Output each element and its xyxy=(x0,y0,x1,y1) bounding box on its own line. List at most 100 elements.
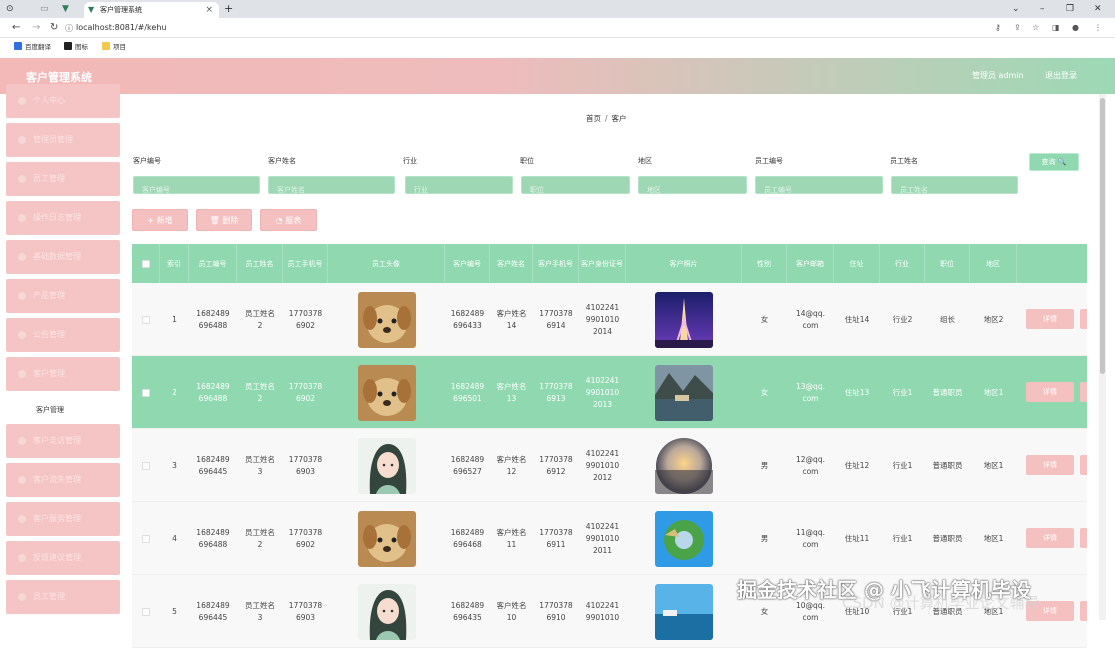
sidebar-subitem-customer[interactable]: 客户管理 xyxy=(6,398,120,422)
filter-industry-field[interactable] xyxy=(405,176,513,198)
row-checkbox[interactable] xyxy=(142,461,150,470)
row-delete-button[interactable] xyxy=(1080,601,1087,621)
row-delete-button[interactable] xyxy=(1080,455,1087,475)
sidebar-item-basedata[interactable]: 基础数据管理 xyxy=(6,240,120,274)
cell-region: 地区1 xyxy=(970,502,1017,575)
row-checkbox[interactable] xyxy=(142,534,150,543)
close-tab-icon[interactable]: × xyxy=(205,2,213,18)
delete-button[interactable]: 🗑 删除 xyxy=(196,209,252,231)
scrollbar-thumb[interactable] xyxy=(1100,98,1105,374)
column-header: 索引 xyxy=(160,244,189,283)
chevron-down-icon[interactable]: ⌄ xyxy=(1012,0,1020,18)
row-checkbox[interactable] xyxy=(142,388,150,397)
table-row[interactable]: 2 1682489 696488 员工姓名 2 1770378 6902 1682489… xyxy=(132,356,1087,429)
new-tab-icon[interactable]: + xyxy=(224,0,233,18)
sidebar-item-customer[interactable]: 客户管理 xyxy=(6,357,120,391)
customer-photo-cell xyxy=(626,356,742,429)
cell-text: 男 xyxy=(760,460,769,470)
bookmark-fanyi[interactable]: 百度翻译 xyxy=(14,42,51,52)
header-select-all[interactable] xyxy=(132,244,160,283)
star-icon[interactable]: ☆ xyxy=(1032,23,1039,32)
detail-button[interactable]: 详情 xyxy=(1026,309,1074,329)
key-icon[interactable]: ⚷ xyxy=(995,23,1001,32)
cell-text: 1682489 696433 xyxy=(450,308,485,330)
sidebar-item-staff-2[interactable]: 员工管理 xyxy=(6,580,120,614)
reload-icon[interactable]: ↻ xyxy=(50,22,58,34)
browser-tab-active[interactable]: ▼ 客户管理系统 × xyxy=(84,2,219,18)
filter-cust-name-field[interactable] xyxy=(268,176,395,198)
cell-industry: 行业1 xyxy=(880,356,925,429)
vue-favicon-icon: ▼ xyxy=(88,5,95,14)
filter-emp-name-field[interactable] xyxy=(891,176,1018,198)
detail-button[interactable]: 详情 xyxy=(1026,528,1074,548)
filter-position-field[interactable] xyxy=(521,176,630,198)
filter-emp-no-input[interactable] xyxy=(756,182,882,198)
bookmark-icons[interactable]: 图标 xyxy=(64,42,88,52)
sidebar-item-oplog[interactable]: 操作日志管理 xyxy=(6,201,120,235)
sidebar-item-feedback[interactable]: 反馈建议管理 xyxy=(6,541,120,575)
sidebar-item-staff[interactable]: 员工管理 xyxy=(6,162,120,196)
cell-emp-name: 员工姓名 2 xyxy=(237,283,283,356)
filter-cust-no-field[interactable] xyxy=(133,176,260,198)
browser-menu-icon[interactable]: ⊙ xyxy=(6,0,14,18)
table-row[interactable]: 4 1682489 696488 员工姓名 2 1770378 6902 1682489… xyxy=(132,502,1087,575)
sidebar-item-notice[interactable]: 公告管理 xyxy=(6,318,120,352)
customer-photo xyxy=(655,510,713,567)
row-delete-button[interactable] xyxy=(1080,309,1087,329)
detail-button[interactable]: 详情 xyxy=(1026,382,1074,402)
row-checkbox[interactable] xyxy=(142,315,150,324)
row-checkbox[interactable] xyxy=(142,607,150,616)
url-text[interactable]: localhost:8081/#/kehu xyxy=(76,23,166,32)
column-header-actions xyxy=(1017,244,1087,283)
table-row[interactable]: 1 1682489 696488 员工姓名 2 1770378 6902 1682489… xyxy=(132,283,1087,356)
row-delete-button[interactable] xyxy=(1080,528,1087,548)
more-icon[interactable]: ⋮ xyxy=(1094,23,1102,32)
sidebar-item-churn[interactable]: 客户流失管理 xyxy=(6,463,120,497)
cell-emp-phone: 1770378 6903 xyxy=(283,575,328,648)
filter-industry-input[interactable] xyxy=(406,182,512,198)
back-icon[interactable]: ← xyxy=(12,22,20,34)
cell-cust-no: 1682489 696501 xyxy=(445,356,490,429)
report-button[interactable]: ◔ 报表 xyxy=(260,209,317,231)
detail-button[interactable]: 详情 xyxy=(1026,455,1074,475)
logout-link[interactable]: 退出登录 xyxy=(1045,70,1077,81)
restore-icon[interactable]: ❐ xyxy=(1066,0,1074,18)
filter-cust-name-input[interactable] xyxy=(269,182,394,198)
filter-region-field[interactable] xyxy=(638,176,747,198)
filter-cust-no-input[interactable] xyxy=(134,182,259,198)
profile-icon[interactable]: ● xyxy=(1072,23,1079,32)
tab-search-icon[interactable]: ▭ xyxy=(40,0,49,18)
menu-icon xyxy=(18,331,26,339)
forward-icon[interactable]: → xyxy=(32,22,40,34)
row-delete-button[interactable] xyxy=(1080,382,1087,402)
search-button[interactable]: 查询 🔍 xyxy=(1029,153,1079,171)
add-button[interactable]: + 新增 xyxy=(132,209,188,231)
minimize-icon[interactable]: – xyxy=(1040,0,1045,18)
cell-emp-phone: 1770378 6903 xyxy=(283,429,328,502)
cell-address: 住址12 xyxy=(834,429,880,502)
table-row[interactable]: 3 1682489 696445 员工姓名 3 1770378 6903 1682489… xyxy=(132,429,1087,502)
filter-region-input[interactable] xyxy=(639,182,746,198)
bookmark-project[interactable]: 项目 xyxy=(102,42,126,52)
close-window-icon[interactable]: ✕ xyxy=(1094,0,1102,18)
cell-text: 客户姓名 11 xyxy=(496,527,527,549)
cell-text: 3 xyxy=(172,460,177,470)
cell-text: 住址12 xyxy=(844,460,870,470)
sidebar-item-profile[interactable]: 个人中心 xyxy=(6,84,120,118)
sidebar-item-service[interactable]: 客户服务管理 xyxy=(6,502,120,536)
filter-emp-no-field[interactable] xyxy=(755,176,883,198)
filter-emp-name-input[interactable] xyxy=(892,182,1017,198)
vue-icon: ▼ xyxy=(62,4,69,14)
breadcrumb-home[interactable]: 首页 xyxy=(586,114,601,123)
sidebar-item-visit[interactable]: 客户走访管理 xyxy=(6,424,120,458)
select-all-checkbox[interactable] xyxy=(141,259,150,268)
share-icon[interactable]: ⇪ xyxy=(1014,23,1021,32)
column-header: 客户邮箱 xyxy=(787,244,834,283)
sidepanel-icon[interactable]: ◨ xyxy=(1052,23,1060,32)
cell-text: 行业1 xyxy=(892,533,913,543)
sidebar-item-admin[interactable]: 管理员管理 xyxy=(6,123,120,157)
cell-idx: 5 xyxy=(160,575,189,648)
filter-position-input[interactable] xyxy=(522,182,629,198)
cell-cust-no: 1682489 696527 xyxy=(445,429,490,502)
sidebar-item-product[interactable]: 产品管理 xyxy=(6,279,120,313)
